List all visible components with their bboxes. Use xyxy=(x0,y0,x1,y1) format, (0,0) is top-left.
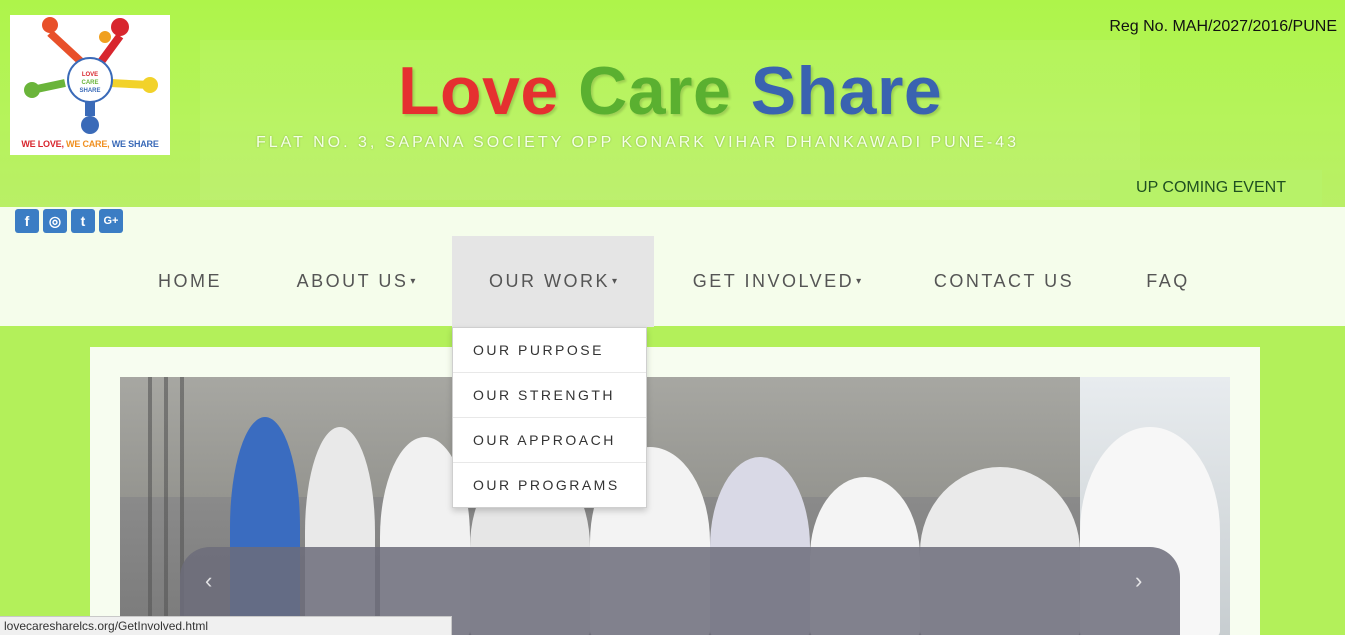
nav-involved-label: GET INVOLVED xyxy=(692,270,855,291)
twitter-icon[interactable]: t xyxy=(71,209,95,233)
nav-about-us[interactable]: ABOUT US ▾ xyxy=(276,236,436,326)
googleplus-icon[interactable]: G+ xyxy=(99,209,123,233)
title-love: Love xyxy=(398,53,559,129)
carousel-slide-image xyxy=(120,377,1230,635)
dropdown-item-our-strength[interactable]: OUR STRENGTH xyxy=(453,373,646,418)
carousel-next-icon[interactable]: › xyxy=(1135,568,1142,594)
our-work-dropdown: OUR PURPOSE OUR STRENGTH OUR APPROACH OU… xyxy=(452,327,647,508)
nav-our-work[interactable]: OUR WORK ▾ xyxy=(452,236,654,327)
nav-get-involved[interactable]: GET INVOLVED ▾ xyxy=(672,236,882,326)
social-links: f ◎ t G+ xyxy=(15,209,123,233)
nav-work-label: OUR WORK xyxy=(488,271,610,291)
tagline-care: WE CARE, xyxy=(63,139,110,149)
site-title: Love Care Share xyxy=(398,52,942,130)
carousel-prev-icon[interactable]: ‹ xyxy=(205,568,212,594)
nav-home-label: HOME xyxy=(158,270,222,291)
upcoming-event-button[interactable]: UP COMING EVENT xyxy=(1100,170,1322,206)
dropdown-item-our-programs[interactable]: OUR PROGRAMS xyxy=(453,463,646,507)
dropdown-item-our-purpose[interactable]: OUR PURPOSE xyxy=(453,328,646,373)
tagline-share: WE SHARE xyxy=(109,139,159,149)
status-url: lovecaresharelcs.org/GetInvolved.html xyxy=(4,619,209,633)
logo-center-text: LOVE CARE SHARE xyxy=(72,71,108,95)
logo-word-care: CARE xyxy=(81,80,99,86)
registration-number: Reg No. MAH/2027/2016/PUNE xyxy=(1109,18,1337,35)
facebook-icon[interactable]: f xyxy=(15,209,39,233)
title-share: Share xyxy=(750,53,943,129)
nav-home[interactable]: HOME xyxy=(140,236,240,326)
nav-about-label: ABOUT US xyxy=(296,270,409,291)
caret-down-icon: ▾ xyxy=(856,275,862,287)
logo-tagline: WE LOVE, WE CARE, WE SHARE xyxy=(10,139,170,149)
site-logo[interactable]: LOVE CARE SHARE WE LOVE, WE CARE, WE SHA… xyxy=(10,15,170,155)
browser-status-bar: lovecaresharelcs.org/GetInvolved.html xyxy=(0,616,452,635)
logo-word-share: SHARE xyxy=(79,88,101,94)
caret-down-icon: ▾ xyxy=(410,275,416,287)
nav-faq-label: FAQ xyxy=(1146,270,1190,291)
instagram-icon[interactable]: ◎ xyxy=(43,209,67,233)
title-care: Care xyxy=(578,53,732,129)
nav-faq[interactable]: FAQ xyxy=(1128,236,1208,326)
nav-contact-label: CONTACT US xyxy=(933,270,1075,291)
address-line: FLAT NO. 3, SAPANA SOCIETY OPP KONARK VI… xyxy=(256,134,1020,151)
logo-word-love: LOVE xyxy=(81,72,99,78)
caret-down-icon: ▾ xyxy=(611,276,618,287)
dropdown-item-our-approach[interactable]: OUR APPROACH xyxy=(453,418,646,463)
nav-contact-us[interactable]: CONTACT US xyxy=(914,236,1094,326)
tagline-love: WE LOVE, xyxy=(21,139,64,149)
